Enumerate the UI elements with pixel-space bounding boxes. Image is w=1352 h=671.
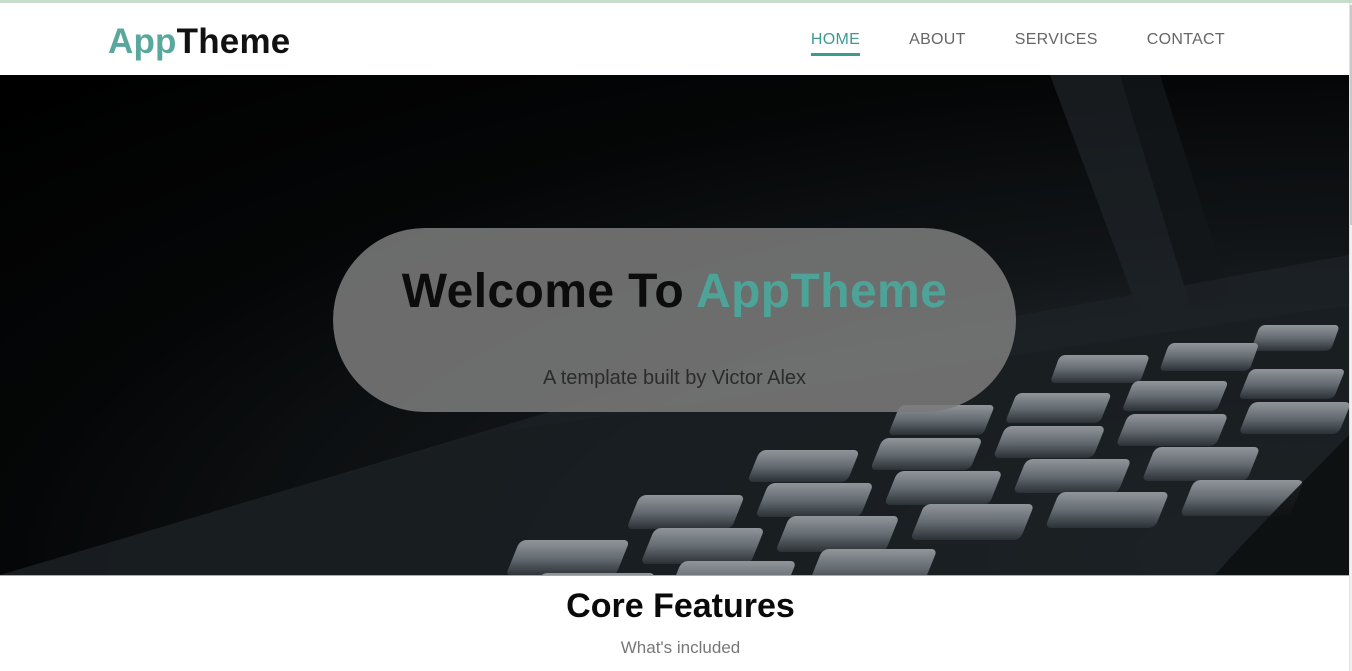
navbar: AppTheme HOME ABOUT SERVICES CONTACT xyxy=(0,3,1349,75)
nav-link-about[interactable]: ABOUT xyxy=(909,31,966,56)
brand-part-app: App xyxy=(108,22,177,61)
hero-title-accent: AppTheme xyxy=(696,265,948,318)
hero-title: Welcome To AppTheme xyxy=(333,264,1016,319)
features-title: Core Features xyxy=(566,587,795,625)
hero-section: Welcome To AppTheme A template built by … xyxy=(0,75,1349,575)
brand-logo[interactable]: AppTheme xyxy=(108,22,290,62)
features-subtitle: What's included xyxy=(620,638,741,657)
nav-link-services[interactable]: SERVICES xyxy=(1015,31,1098,56)
hero-title-prefix: Welcome To xyxy=(401,265,696,318)
brand-part-theme: Theme xyxy=(176,22,291,61)
hero-card: Welcome To AppTheme A template built by … xyxy=(333,228,1016,412)
nav-link-contact[interactable]: CONTACT xyxy=(1147,31,1225,56)
nav-link-home[interactable]: HOME xyxy=(810,31,861,56)
main-nav: HOME ABOUT SERVICES CONTACT xyxy=(762,31,1225,56)
hero-bottom-border xyxy=(0,575,1349,576)
page: AppTheme HOME ABOUT SERVICES CONTACT Wel… xyxy=(0,0,1352,671)
hero-subtitle: A template built by Victor Alex xyxy=(542,367,807,389)
